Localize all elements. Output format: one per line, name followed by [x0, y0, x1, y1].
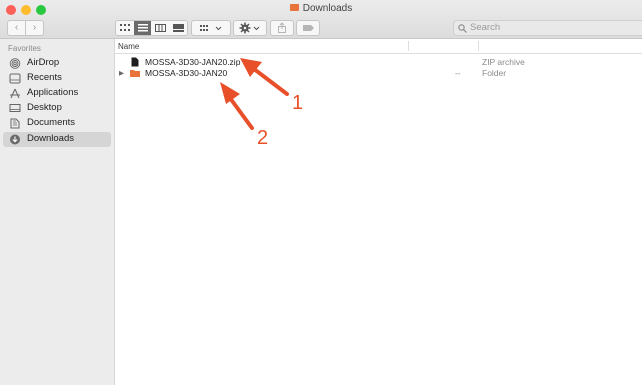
annotation-label-1: 1	[292, 92, 304, 114]
arrow-2	[228, 96, 254, 130]
arrowhead-2-icon	[220, 82, 240, 104]
arrow-1	[252, 67, 289, 96]
annotation-label-2: 2	[257, 127, 269, 149]
annotation-arrows	[220, 58, 289, 130]
